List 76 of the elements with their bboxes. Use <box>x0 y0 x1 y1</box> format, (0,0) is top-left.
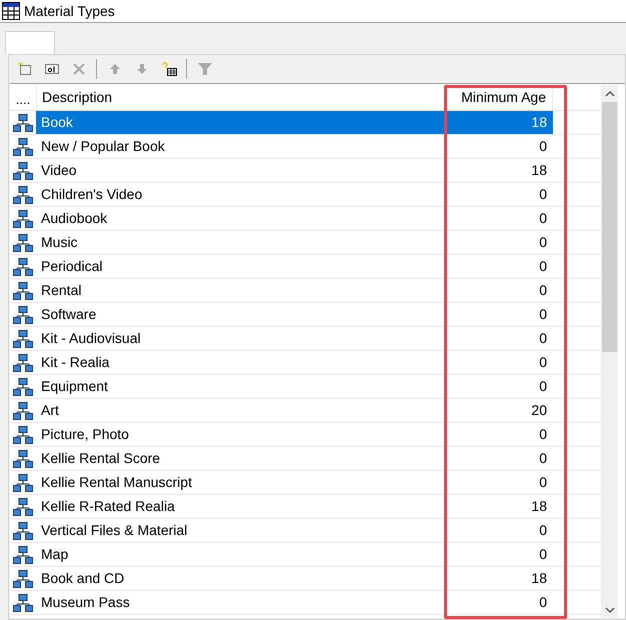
network-icon <box>13 546 33 564</box>
network-icon <box>13 306 33 324</box>
table-cell-text: Vertical Files & Material <box>40 521 188 540</box>
table-cell-text: 0 <box>538 521 548 540</box>
network-icon <box>13 210 33 228</box>
network-icon <box>13 594 33 612</box>
network-icon <box>13 354 33 372</box>
network-icon <box>13 282 33 300</box>
table-cell-text: Rental <box>40 281 82 300</box>
network-icon <box>13 402 33 420</box>
network-icon <box>13 162 33 180</box>
table-cell-text: 0 <box>538 185 548 204</box>
network-icon <box>13 474 33 492</box>
table-cell-text: Periodical <box>40 257 104 276</box>
scrollbar-thumb[interactable] <box>602 102 617 352</box>
table-cell-text: Kellie Rental Manuscript <box>40 473 193 492</box>
new-item-icon[interactable] <box>16 61 32 77</box>
rename-icon[interactable] <box>44 61 60 77</box>
network-icon <box>13 258 33 276</box>
network-icon <box>13 234 33 252</box>
table-cell-text: 0 <box>538 305 548 324</box>
scroll-down-icon[interactable] <box>604 606 614 612</box>
network-icon <box>13 186 33 204</box>
window-title: Material Types <box>24 2 115 21</box>
delete-icon[interactable] <box>70 61 86 77</box>
table-cell: Book <box>36 111 446 134</box>
table-cell-text: Book and CD <box>40 569 126 588</box>
network-icon <box>13 498 33 516</box>
filter-icon[interactable] <box>196 61 212 77</box>
table-cell-text: Audiobook <box>40 209 108 228</box>
table-cell-text: Music <box>40 233 79 252</box>
table-cell-text: 18 <box>530 497 548 516</box>
table-cell-text: Kellie Rental Score <box>40 449 162 468</box>
table-help-icon[interactable] <box>160 61 176 77</box>
network-icon <box>13 450 33 468</box>
table-cell-text: 0 <box>538 257 548 276</box>
scroll-up-icon[interactable] <box>604 90 614 96</box>
table-cell-text: 18 <box>530 161 548 180</box>
network-icon <box>13 330 33 348</box>
column-header[interactable]: .... <box>10 84 36 110</box>
column-header[interactable]: Minimum Age <box>446 84 553 110</box>
table-cell-text: Software <box>40 305 98 324</box>
network-icon <box>13 378 33 396</box>
table-cell-text: 0 <box>538 473 548 492</box>
table-cell-text: 0 <box>538 377 548 396</box>
table-cell-text: Kellie R-Rated Realia <box>40 497 176 516</box>
table-cell-text: 20 <box>530 401 548 420</box>
table-cell-text: 0 <box>538 281 548 300</box>
table-cell-text: Art <box>40 401 60 420</box>
table-cell-text: Video <box>40 161 78 180</box>
network-icon <box>13 114 33 132</box>
table-cell-text: 0 <box>538 233 548 252</box>
table-cell-text: 0 <box>538 545 548 564</box>
table-cell: 18 <box>446 111 553 134</box>
table-cell-text: 0 <box>538 209 548 228</box>
network-icon <box>13 426 33 444</box>
table-cell-text: New / Popular Book <box>40 137 166 156</box>
table-cell-text: 0 <box>538 425 548 444</box>
column-header[interactable]: Description <box>36 84 446 110</box>
table-cell-text: 0 <box>538 329 548 348</box>
table-cell-text: Children's Video <box>40 185 144 204</box>
tab[interactable] <box>5 31 55 54</box>
network-icon <box>13 522 33 540</box>
table-cell-text: Kit - Audiovisual <box>40 329 142 348</box>
table-cell-text: 0 <box>538 137 548 156</box>
network-icon <box>13 138 33 156</box>
table-cell-text: Equipment <box>40 377 109 396</box>
table-cell-text: Kit - Realia <box>40 353 110 372</box>
table-cell-text: Map <box>40 545 70 564</box>
table-cell-text: 0 <box>538 593 548 612</box>
table-cell-text: 0 <box>538 353 548 372</box>
table-cell-text: Museum Pass <box>40 593 131 612</box>
table-cell-text: Picture, Photo <box>40 425 130 444</box>
network-icon <box>13 570 33 588</box>
table-cell-text: 18 <box>530 569 548 588</box>
table-cell-text: 0 <box>538 449 548 468</box>
